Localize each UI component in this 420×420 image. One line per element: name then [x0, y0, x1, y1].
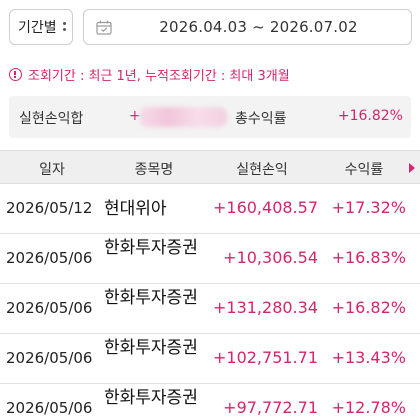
- header-return-rate[interactable]: 수익률: [322, 159, 406, 179]
- notice-text: 조회기간 : 최근 1년, 누적조회기간 : 최대 3개월: [28, 68, 290, 84]
- table-row[interactable]: 2026/05/12 현대위아 +160,408.57 +17.32%: [0, 184, 420, 234]
- total-return-label: 총수익률: [235, 111, 287, 127]
- scroll-right-icon[interactable]: [404, 151, 420, 185]
- row-realized-pnl: +102,751.71: [212, 348, 318, 367]
- row-date: 2026/05/12: [6, 199, 93, 217]
- header-date[interactable]: 일자: [6, 159, 98, 179]
- trade-list: 2026/05/12 현대위아 +160,408.57 +17.32% 2026…: [0, 184, 420, 420]
- row-return-rate: +16.83%: [331, 248, 406, 267]
- row-date: 2026/05/06: [6, 299, 93, 317]
- info-icon: [9, 67, 22, 81]
- period-select-label: 기간별: [18, 20, 57, 36]
- row-stock-name: 한화투자증권: [104, 238, 198, 258]
- row-stock-name: 현대위아: [104, 199, 167, 219]
- realized-pnl-masked-value: [139, 107, 227, 127]
- more-dots-icon: [63, 22, 67, 34]
- table-header: 일자 종목명 실현손익 수익률: [0, 150, 420, 184]
- row-return-rate: +16.82%: [331, 298, 406, 317]
- row-return-rate: +17.32%: [331, 198, 406, 217]
- row-realized-pnl: +131,280.34: [212, 298, 318, 317]
- table-row[interactable]: 2026/05/06 한화투자증권 +131,280.34 +16.82%: [0, 284, 420, 334]
- period-select[interactable]: 기간별: [9, 9, 73, 45]
- date-range-picker[interactable]: 2026.04.03 ~ 2026.07.02: [83, 9, 412, 45]
- row-realized-pnl: +97,772.71: [223, 398, 318, 417]
- row-return-rate: +13.43%: [331, 348, 406, 367]
- row-stock-name: 한화투자증권: [104, 288, 198, 308]
- row-return-rate: +12.78%: [331, 398, 406, 417]
- row-date: 2026/05/06: [6, 349, 93, 367]
- header-realized-pnl[interactable]: 실현손익: [206, 159, 318, 179]
- table-row[interactable]: 2026/05/06 한화투자증권 +97,772.71 +12.78%: [0, 384, 420, 420]
- row-stock-name: 한화투자증권: [104, 338, 198, 358]
- summary-bar: 실현손익합 + 총수익률 +16.82%: [9, 96, 411, 138]
- inquiry-period-notice: 조회기간 : 최근 1년, 누적조회기간 : 최대 3개월: [9, 64, 290, 84]
- date-range-text: 2026.04.03 ~ 2026.07.02: [159, 18, 358, 36]
- row-date: 2026/05/06: [6, 249, 93, 267]
- table-row[interactable]: 2026/05/06 한화투자증권 +102,751.71 +13.43%: [0, 334, 420, 384]
- header-stock-name[interactable]: 종목명: [104, 159, 204, 179]
- realized-pnl-label: 실현손익합: [19, 111, 84, 127]
- filter-bar: 기간별 2026.04.03 ~ 2026.07.02: [0, 0, 420, 56]
- row-realized-pnl: +10,306.54: [223, 248, 318, 267]
- row-realized-pnl: +160,408.57: [212, 198, 318, 217]
- row-date: 2026/05/06: [6, 399, 93, 417]
- total-return-value: +16.82%: [337, 108, 403, 124]
- table-row[interactable]: 2026/05/06 한화투자증권 +10,306.54 +16.83%: [0, 234, 420, 284]
- row-stock-name: 한화투자증권: [104, 388, 198, 408]
